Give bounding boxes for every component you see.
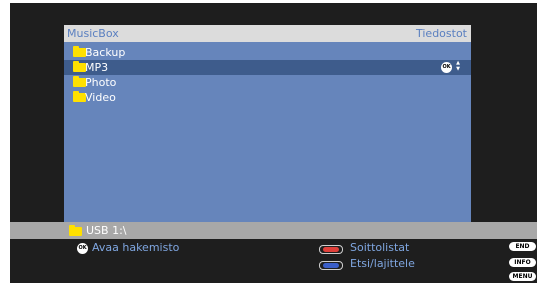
folder-item-video[interactable]: Video bbox=[64, 90, 471, 105]
folder-list: Backup MP3 OK ▲ ▼ Photo Video bbox=[64, 45, 471, 105]
section-title: Tiedostot bbox=[415, 27, 467, 40]
ok-key-icon: OK bbox=[441, 62, 452, 73]
tv-screen: MusicBox Tiedostot Backup MP3 OK ▲ ▼ Phot… bbox=[10, 3, 537, 283]
folder-item-photo[interactable]: Photo bbox=[64, 75, 471, 90]
folder-label: Video bbox=[85, 91, 116, 104]
red-key-icon bbox=[319, 245, 343, 254]
blue-key-icon bbox=[319, 261, 343, 270]
menu-key-icon[interactable]: MENU bbox=[509, 272, 536, 281]
app-title: MusicBox bbox=[67, 27, 119, 40]
folder-icon bbox=[69, 225, 82, 236]
current-path-bar: USB 1:\ bbox=[10, 222, 537, 239]
end-key-icon[interactable]: END bbox=[509, 242, 536, 251]
folder-item-mp3[interactable]: MP3 OK ▲ ▼ bbox=[64, 60, 471, 75]
ok-key-icon: OK bbox=[77, 243, 88, 254]
open-folder-hint[interactable]: Avaa hakemisto bbox=[92, 241, 179, 255]
file-browser-panel: MusicBox Tiedostot Backup MP3 OK ▲ ▼ Phot… bbox=[64, 25, 471, 222]
folder-label: Backup bbox=[85, 46, 126, 59]
up-down-arrows-icon: ▲ ▼ bbox=[456, 60, 460, 72]
panel-header: MusicBox Tiedostot bbox=[64, 25, 471, 42]
playlists-hint[interactable]: Soittolistat bbox=[350, 241, 409, 255]
folder-item-backup[interactable]: Backup bbox=[64, 45, 471, 60]
folder-label: Photo bbox=[85, 76, 117, 89]
folder-label: MP3 bbox=[85, 61, 109, 74]
search-sort-hint[interactable]: Etsi/lajittele bbox=[350, 257, 415, 271]
info-key-icon[interactable]: INFO bbox=[509, 258, 536, 267]
current-path: USB 1:\ bbox=[86, 224, 127, 237]
